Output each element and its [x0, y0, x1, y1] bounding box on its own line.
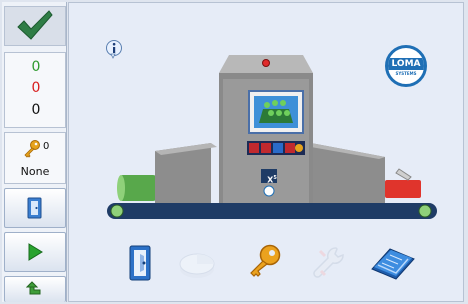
- count-panel: 0 0 0: [4, 52, 66, 128]
- total-count: 0: [31, 102, 41, 118]
- product-tool[interactable]: [369, 243, 417, 283]
- security-user: None: [20, 165, 50, 178]
- pie-chart-icon: [179, 253, 215, 278]
- reports-tool[interactable]: [177, 247, 217, 283]
- run-button[interactable]: [4, 232, 66, 272]
- key-icon: [24, 140, 40, 158]
- model-badge: X5: [264, 171, 280, 185]
- status-check-button[interactable]: [4, 6, 66, 46]
- arrow-back-icon: [26, 280, 41, 294]
- door-exit-icon: [129, 245, 151, 281]
- app-window: 0 0 0 0 None LOMA SYSTEMS X5: [0, 0, 468, 304]
- door-exit-icon: [27, 197, 42, 219]
- reject-count: 0: [31, 80, 41, 96]
- security-tool[interactable]: [245, 243, 285, 283]
- sidebar: 0 0 0 0 None: [2, 2, 67, 302]
- back-button[interactable]: [4, 276, 66, 302]
- key-icon: [250, 244, 281, 277]
- book-icon: [371, 248, 415, 280]
- metal-detector-illustration: [107, 55, 437, 219]
- setup-tool[interactable]: [309, 243, 349, 283]
- play-icon: [28, 243, 43, 261]
- exit-button[interactable]: [4, 188, 66, 228]
- checkmark-icon: [17, 10, 53, 40]
- security-level: 0: [43, 141, 50, 152]
- wrench-icon: [313, 247, 344, 278]
- security-panel[interactable]: 0 None: [4, 132, 66, 184]
- main-panel: LOMA SYSTEMS X5: [68, 2, 464, 302]
- good-count: 0: [31, 59, 41, 75]
- exit-tool[interactable]: [121, 243, 157, 283]
- model-badge-sup: 5: [273, 175, 277, 181]
